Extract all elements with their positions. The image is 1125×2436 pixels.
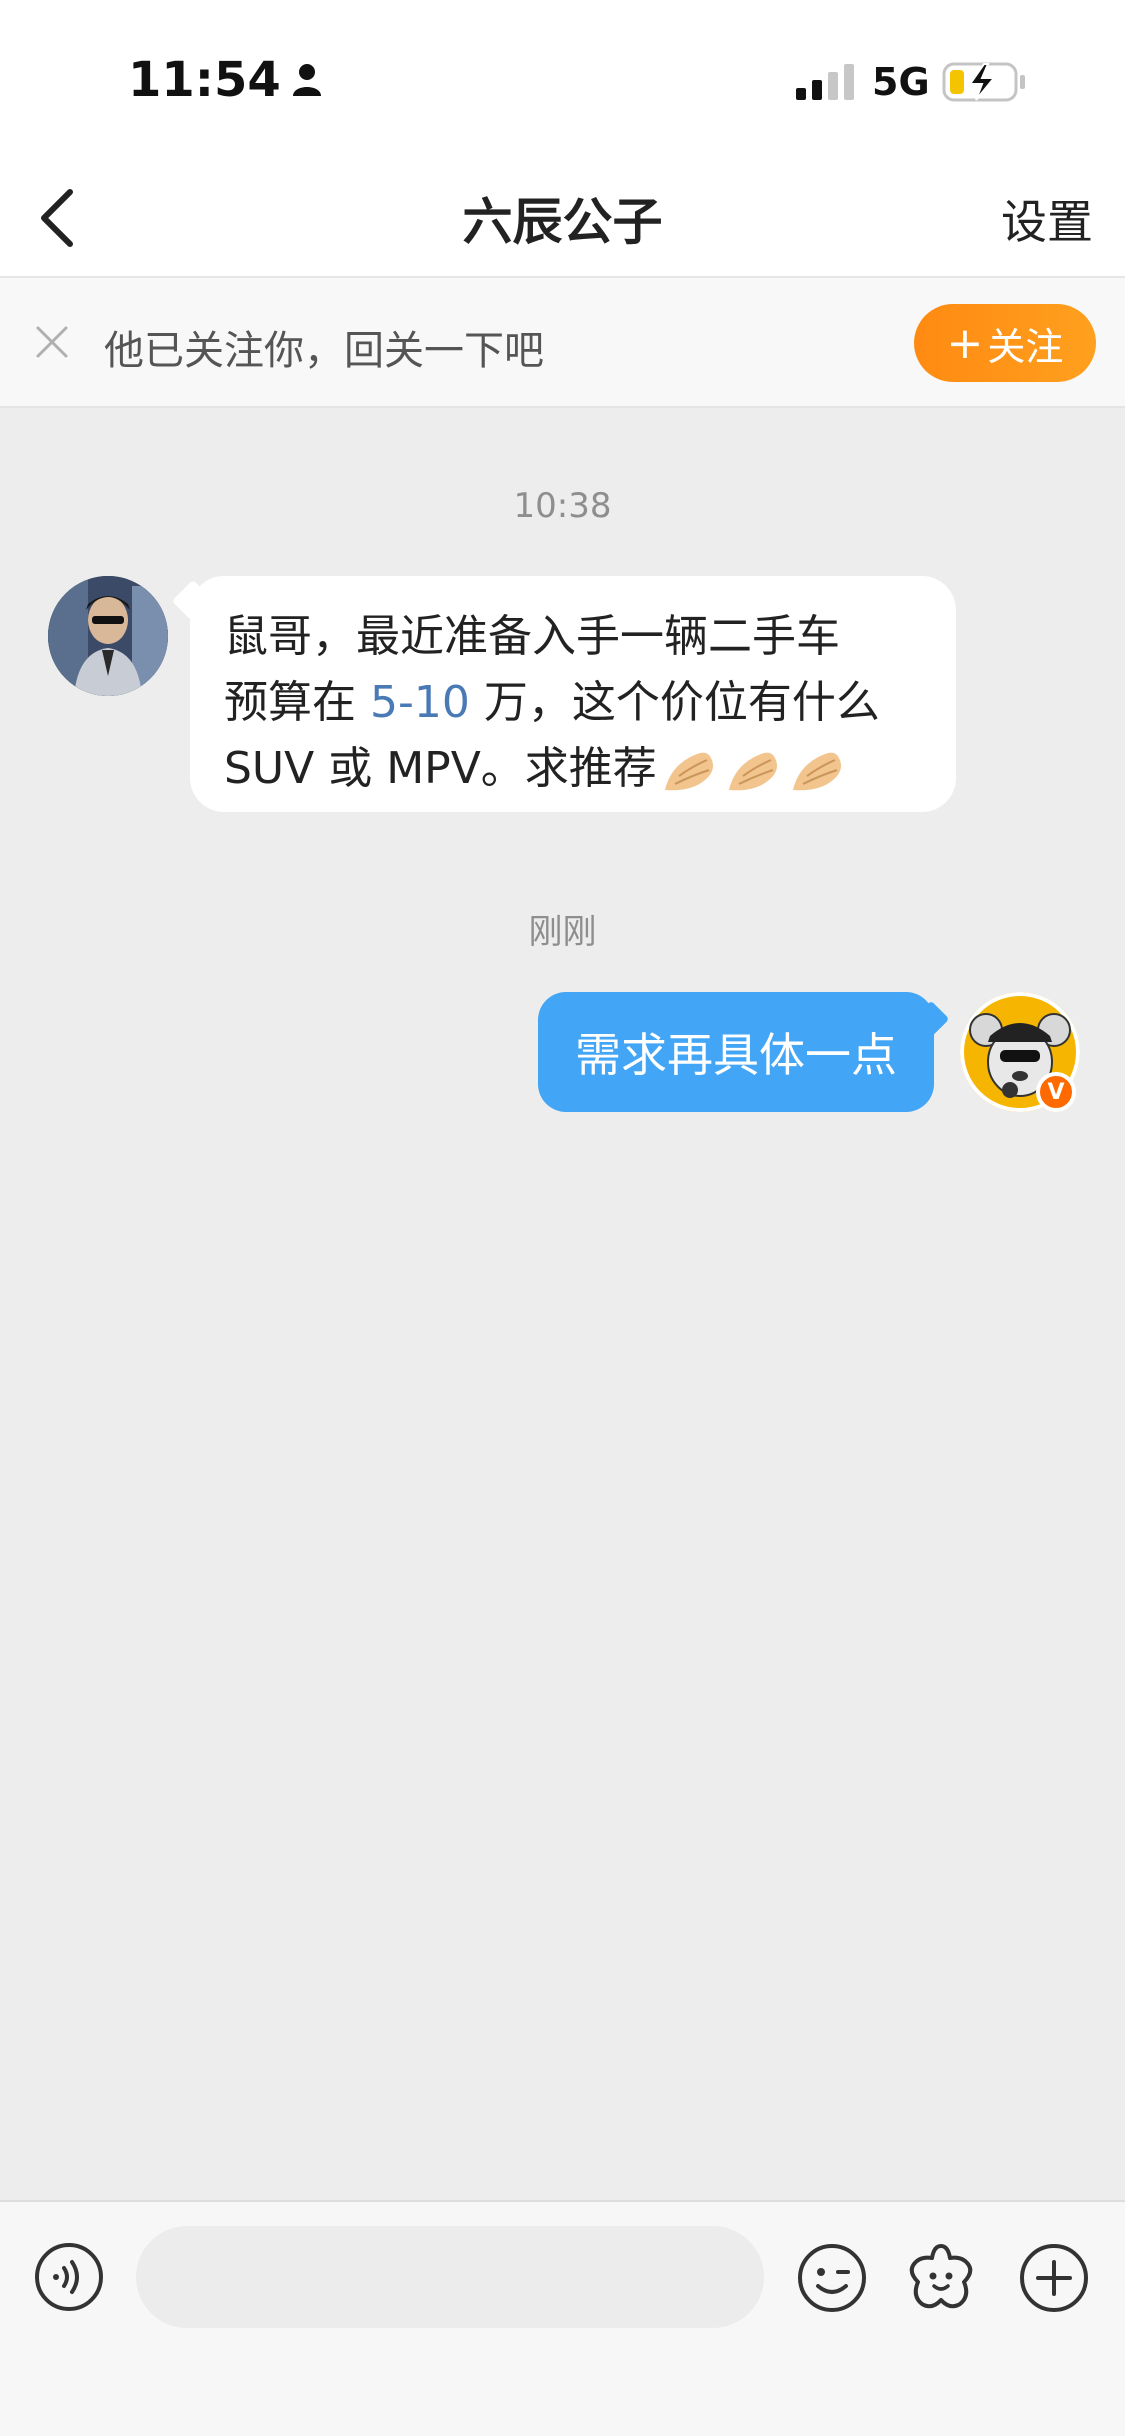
message-text: 预算在 <box>224 677 370 728</box>
message-text: SUV 或 MPV。求推荐 <box>224 743 657 794</box>
settings-button[interactable]: 设置 <box>1001 186 1093 252</box>
plus-small-icon: + <box>946 317 984 369</box>
pinched-fingers-emoji <box>792 752 841 791</box>
nav-bar: 六辰公子 设置 <box>0 160 1125 278</box>
incoming-message-bubble[interactable]: 鼠哥，最近准备入手一辆二手车 预算在 5-10 万，这个价位有什么 SUV 或 … <box>190 576 956 812</box>
message-timestamp: 刚刚 <box>528 912 597 952</box>
signal-icon <box>796 64 854 100</box>
status-bar: 11:54 5G <box>0 0 1125 160</box>
plus-icon[interactable] <box>1018 2242 1090 2314</box>
message-line: 预算在 5-10 万，这个价位有什么 <box>224 670 926 736</box>
sender-avatar[interactable] <box>48 576 168 696</box>
follow-button[interactable]: + 关注 <box>914 304 1096 382</box>
verified-badge-icon: V <box>1036 1072 1076 1112</box>
pinched-fingers-emoji <box>728 752 777 791</box>
voice-icon[interactable] <box>34 2242 104 2312</box>
message-text: 需求再具体一点 <box>575 1028 897 1082</box>
outgoing-message-bubble[interactable]: 需求再具体一点 <box>538 992 934 1112</box>
close-icon[interactable] <box>32 322 72 362</box>
message-text: 万，这个价位有什么 <box>469 677 880 728</box>
person-icon <box>292 64 321 96</box>
follow-banner-text: 他已关注你，回关一下吧 <box>104 328 544 374</box>
follow-button-label: 关注 <box>987 324 1064 369</box>
sender-avatar-image <box>48 576 168 696</box>
status-time: 11:54 <box>128 52 323 108</box>
chat-title: 六辰公子 <box>462 193 663 251</box>
message-input[interactable] <box>136 2226 764 2328</box>
pinched-fingers-emoji <box>664 752 713 791</box>
battery-charging-icon <box>942 62 1025 102</box>
price-range-highlight: 5-10 <box>370 677 470 728</box>
message-line: SUV 或 MPV。求推荐 <box>224 736 926 802</box>
message-timestamp: 10:38 <box>513 486 612 526</box>
follow-back-banner: 他已关注你，回关一下吧 + 关注 <box>0 278 1125 408</box>
chat-input-bar <box>0 2200 1125 2436</box>
time-text: 11:54 <box>128 52 281 108</box>
message-line: 鼠哥，最近准备入手一辆二手车 <box>224 611 840 662</box>
emoji-icon[interactable] <box>796 2242 868 2314</box>
sticker-icon[interactable] <box>904 2240 978 2314</box>
network-label: 5G <box>872 60 930 104</box>
